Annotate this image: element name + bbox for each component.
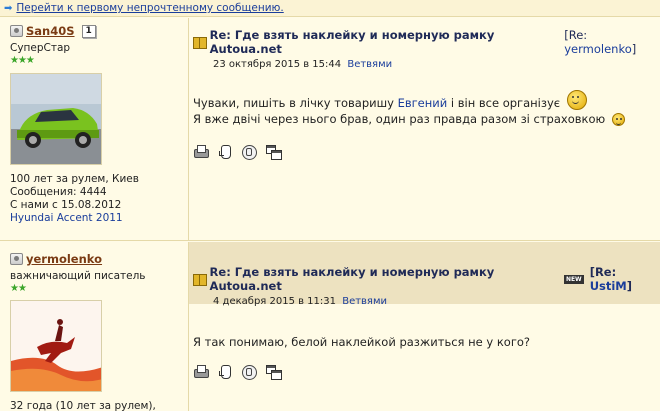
rank-stars-icon: ★★★ (10, 55, 35, 66)
post-content: Re: Где взять наклейку и номерную рамку … (189, 242, 660, 411)
author-rank: СуперСтар (10, 42, 71, 54)
reply-suffix: ] (626, 279, 633, 293)
info-line: 32 года (10 лет за рулем), (10, 400, 156, 411)
smiley-icon (611, 113, 625, 126)
body-text: Я так понимаю, белой наклейкой разжиться… (193, 335, 531, 349)
post-body: Чуваки, пишіть в лічку товаришу Евгений … (189, 89, 660, 127)
user-icon[interactable] (10, 253, 23, 265)
branches-link[interactable]: Ветвями (342, 296, 387, 307)
info-line: Сообщения: 4444 (10, 186, 107, 198)
author-info: 32 года (10 лет за рулем), (10, 400, 182, 411)
body-text: Я вже двічі через нього брав, один раз п… (193, 112, 606, 126)
author-panel: San40S 1 СуперСтар ★★★ 100 лет за рулем,… (0, 18, 189, 240)
reply-suffix: ] (631, 42, 637, 56)
avatar[interactable] (10, 73, 102, 165)
post-body: Я так понимаю, белой наклейкой разжиться… (189, 334, 660, 350)
author-username[interactable]: yermolenko (26, 252, 102, 266)
body-text: Чуваки, пишіть в лічку товаришу (193, 96, 398, 110)
quote-icon[interactable] (265, 144, 282, 160)
post-actions (193, 364, 282, 380)
info-line: 100 лет за рулем, Киев (10, 173, 139, 185)
print-icon[interactable] (193, 144, 209, 160)
post-date: 23 октября 2015 в 15:44 (213, 59, 342, 70)
reply-reference: [Re: UstiM] (590, 265, 660, 293)
quote-icon[interactable] (265, 364, 282, 380)
book-icon (193, 37, 207, 49)
post-meta: 23 октября 2015 в 15:44 Ветвями (213, 59, 660, 70)
post-meta: 4 декабря 2015 в 11:31 Ветвями (213, 296, 660, 307)
post-header: Re: Где взять наклейку и номерную рамку … (189, 18, 660, 70)
first-unread-link[interactable]: Перейти к первому непрочтенному сообщени… (16, 2, 283, 14)
body-text: і він все організує (447, 96, 561, 110)
reply-icon[interactable] (241, 364, 257, 380)
post-title: Re: Где взять наклейку и номерную рамку … (209, 265, 495, 293)
branches-link[interactable]: Ветвями (347, 59, 392, 70)
reply-reference: [Re: yermolenko] (564, 28, 660, 56)
post-date: 4 декабря 2015 в 11:31 (213, 296, 337, 307)
reply-user-link[interactable]: UstiM (590, 279, 627, 293)
book-icon (193, 274, 207, 286)
car-link[interactable]: Hyundai Accent 2011 (10, 212, 182, 225)
notify-hand-icon[interactable] (217, 144, 233, 160)
user-mention-link[interactable]: Евгений (398, 96, 448, 110)
arrow-right-icon: ➡ (4, 2, 13, 14)
reply-icon[interactable] (241, 144, 257, 160)
smiley-icon (566, 89, 587, 110)
post-actions (193, 144, 282, 160)
unread-bar: ➡ Перейти к первому непрочтенному сообще… (0, 0, 660, 17)
info-line: С нами с 15.08.2012 (10, 199, 122, 211)
post-title: Re: Где взять наклейку и номерную рамку … (209, 28, 495, 56)
new-icon: NEW (563, 274, 584, 284)
post-header: Re: Где взять наклейку и номерную рамку … (189, 242, 660, 307)
reply-prefix: [Re: (564, 28, 588, 42)
user-count-badge: 1 (81, 24, 96, 38)
notify-hand-icon[interactable] (217, 364, 233, 380)
print-icon[interactable] (193, 364, 209, 380)
reply-prefix: [Re: (589, 265, 617, 279)
author-rank: важничающий писатель (10, 270, 146, 282)
reply-user-link[interactable]: yermolenko (564, 42, 632, 56)
rank-stars-icon: ★★ (10, 283, 27, 294)
avatar[interactable] (10, 300, 102, 392)
user-icon[interactable] (10, 25, 23, 37)
post-1: San40S 1 СуперСтар ★★★ 100 лет за рулем,… (0, 18, 660, 241)
author-username[interactable]: San40S (26, 24, 75, 38)
post-content: Re: Где взять наклейку и номерную рамку … (189, 18, 660, 240)
post-2: yermolenko важничающий писатель ★★ 32 го… (0, 242, 660, 411)
author-panel: yermolenko важничающий писатель ★★ 32 го… (0, 242, 189, 411)
author-info: 100 лет за рулем, Киев Сообщения: 4444 С… (10, 173, 182, 225)
